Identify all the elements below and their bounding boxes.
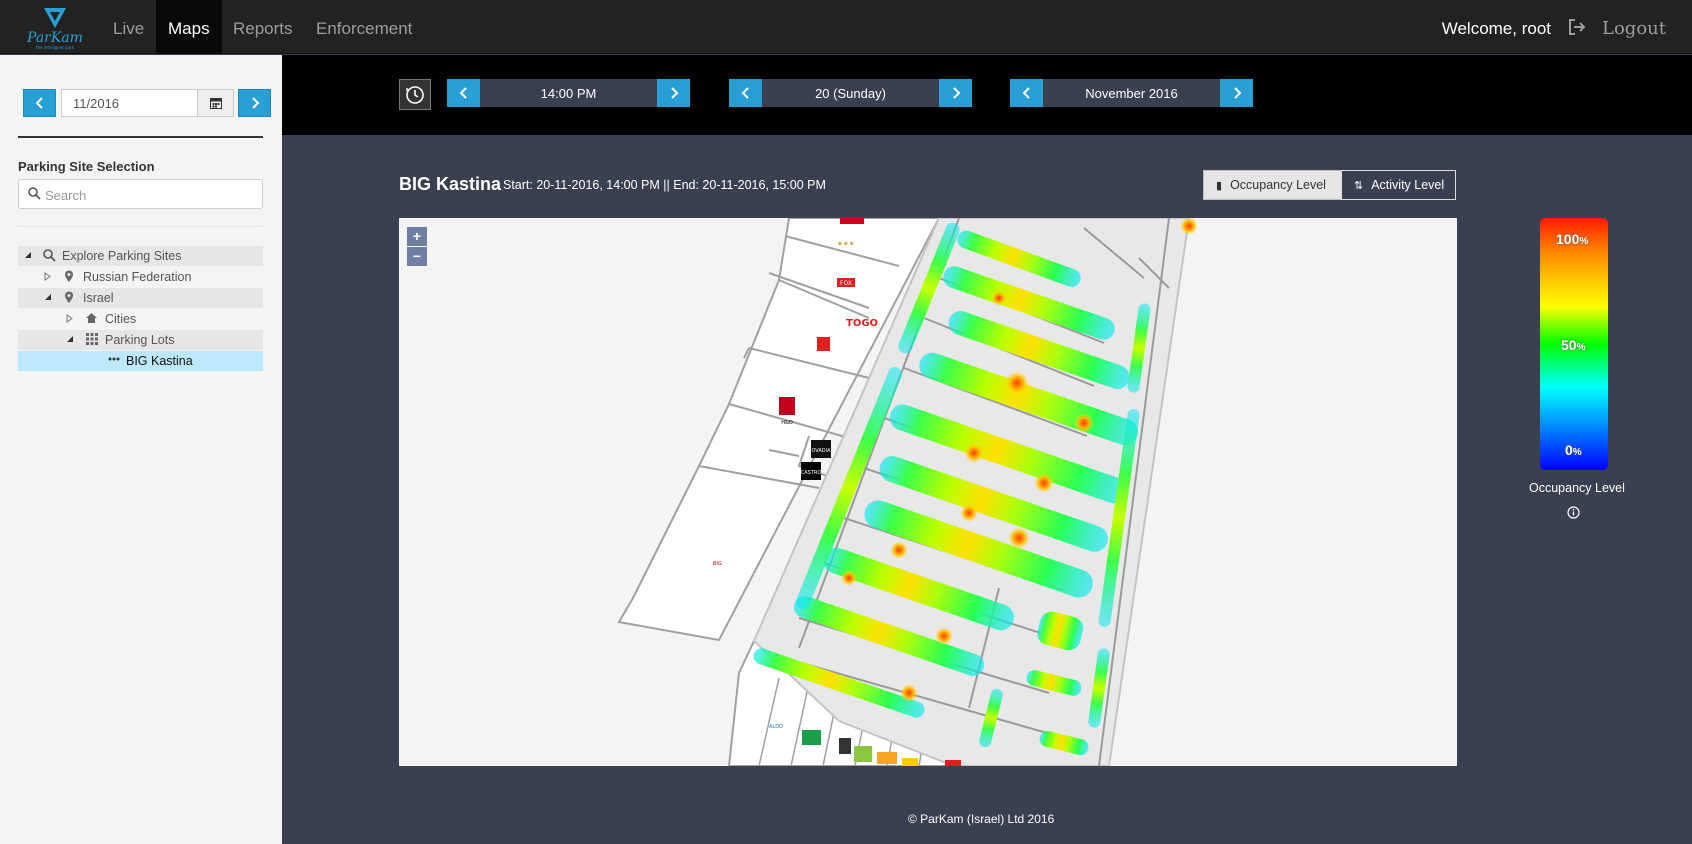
nav-enforcement[interactable]: Enforcement (304, 0, 424, 54)
search-icon (43, 249, 56, 262)
search-placeholder: Search (45, 188, 87, 203)
map-marker-icon (65, 291, 73, 303)
expand-triangle-icon (44, 272, 51, 281)
parking-site-selection-title: Parking Site Selection (18, 159, 155, 174)
search-icon (28, 187, 41, 200)
tree-label: BIG Kastina (126, 354, 193, 368)
store-label: OVADIA (811, 448, 831, 454)
store-label: BIG (713, 561, 722, 567)
legend-title: Occupancy Level (1529, 481, 1625, 495)
chevron-left-icon (459, 87, 467, 99)
grid-icon (86, 333, 98, 345)
info-icon[interactable] (1567, 506, 1580, 519)
tree-explore-parking-sites[interactable]: Explore Parking Sites (18, 246, 263, 266)
zoom-out-button[interactable]: − (407, 247, 427, 266)
store-label: H&O (781, 420, 793, 426)
time-controls-bar: 14:00 PM 20 (Sunday) November 2016 (282, 55, 1692, 135)
month-stepper: November 2016 (1010, 79, 1253, 107)
prev-time-button[interactable] (447, 79, 480, 107)
tree-divider (18, 226, 263, 227)
calendar-button[interactable] (197, 89, 234, 117)
prev-day-button[interactable] (729, 79, 762, 107)
sidebar: Parking Site Selection Search Explore Pa… (0, 55, 282, 844)
collapse-triangle-icon (67, 336, 73, 342)
month-value: November 2016 (1043, 79, 1220, 107)
chevron-left-icon (741, 87, 749, 99)
logo-text: ParKam (26, 30, 83, 46)
tree-cities[interactable]: Cities (18, 309, 263, 329)
chevron-right-icon (670, 87, 678, 99)
next-month-button[interactable] (238, 89, 271, 117)
tree-israel[interactable]: Israel (18, 288, 263, 308)
collapse-triangle-icon (25, 252, 31, 258)
activity-level-toggle[interactable]: ⇅ Activity Level (1341, 170, 1456, 200)
time-value: 14:00 PM (480, 79, 657, 107)
clock-icon (406, 85, 424, 104)
site-time-range: Start: 20-11-2016, 14:00 PM || End: 20-1… (503, 178, 826, 192)
heatmap-map[interactable]: ✶✶✶ FOX TOGO H&O OVADIA CASTRO BIG ALDO … (399, 218, 1457, 766)
store-label: ALDO (769, 724, 783, 730)
tree-label: Israel (83, 291, 114, 305)
zoom-in-button[interactable]: + (407, 227, 427, 246)
tree-russian-federation[interactable]: Russian Federation (18, 267, 263, 287)
toggle-label: Activity Level (1371, 178, 1445, 192)
occupancy-level-toggle[interactable]: ▮ Occupancy Level (1203, 170, 1342, 200)
day-value: 20 (Sunday) (762, 79, 939, 107)
chevron-left-icon (35, 97, 43, 109)
tree-big-kastina[interactable]: BIG Kastina (18, 351, 263, 371)
prev-month-bar-button[interactable] (1010, 79, 1043, 107)
chevron-right-icon (1233, 87, 1241, 99)
toggle-label: Occupancy Level (1230, 178, 1326, 192)
tree-label: Explore Parking Sites (62, 249, 182, 263)
footer-copyright: © ParKam (Israel) Ltd 2016 (908, 812, 1055, 826)
chevron-right-icon (952, 87, 960, 99)
store-label: TOGO (846, 318, 878, 329)
month-date-input[interactable] (61, 89, 198, 117)
nav-maps[interactable]: Maps (156, 0, 222, 54)
current-time-button[interactable] (399, 79, 431, 110)
store-logo: ✶✶✶ (837, 240, 855, 248)
sidebar-divider (18, 136, 263, 138)
next-month-bar-button[interactable] (1220, 79, 1253, 107)
ellipsis-icon (108, 357, 120, 361)
top-navbar: ParKam the intelligent park Live Maps Re… (0, 0, 1692, 54)
nav-live[interactable]: Live (101, 0, 156, 54)
tree-parking-lots[interactable]: Parking Lots (18, 330, 263, 350)
logout-icon[interactable] (1568, 19, 1586, 35)
legend-max-label: 100% (1556, 231, 1589, 247)
map-canvas: ✶✶✶ FOX TOGO H&O OVADIA CASTRO BIG ALDO (617, 218, 1198, 766)
sort-arrows-icon: ⇅ (1354, 179, 1364, 192)
chevron-left-icon (1022, 87, 1030, 99)
parking-icon: ▮ (1216, 179, 1223, 192)
nav-reports[interactable]: Reports (221, 0, 305, 54)
collapse-triangle-icon (45, 294, 51, 300)
store-label: FOX (840, 280, 852, 287)
time-stepper: 14:00 PM (447, 79, 690, 107)
tree-label: Cities (105, 312, 137, 326)
logo-tagline: the intelligent park (36, 45, 75, 50)
chevron-right-icon (251, 97, 259, 109)
next-day-button[interactable] (939, 79, 972, 107)
day-stepper: 20 (Sunday) (729, 79, 972, 107)
parkam-logo[interactable]: ParKam the intelligent park (22, 4, 88, 50)
prev-month-button[interactable] (23, 89, 56, 117)
logout-link[interactable]: Logout (1602, 0, 1666, 58)
store-label: CASTRO (801, 470, 822, 476)
tree-label: Russian Federation (83, 270, 192, 284)
welcome-text: Welcome, root (1441, 19, 1551, 38)
home-icon (86, 313, 97, 323)
legend-min-label: 0% (1565, 442, 1582, 458)
next-time-button[interactable] (657, 79, 690, 107)
legend-mid-label: 50% (1561, 337, 1586, 353)
site-title: BIG Kastina (399, 174, 502, 194)
site-search-input[interactable]: Search (18, 179, 263, 209)
calendar-icon (209, 98, 222, 109)
map-marker-icon (65, 270, 73, 282)
tree-label: Parking Lots (105, 333, 175, 347)
expand-triangle-icon (66, 314, 73, 323)
